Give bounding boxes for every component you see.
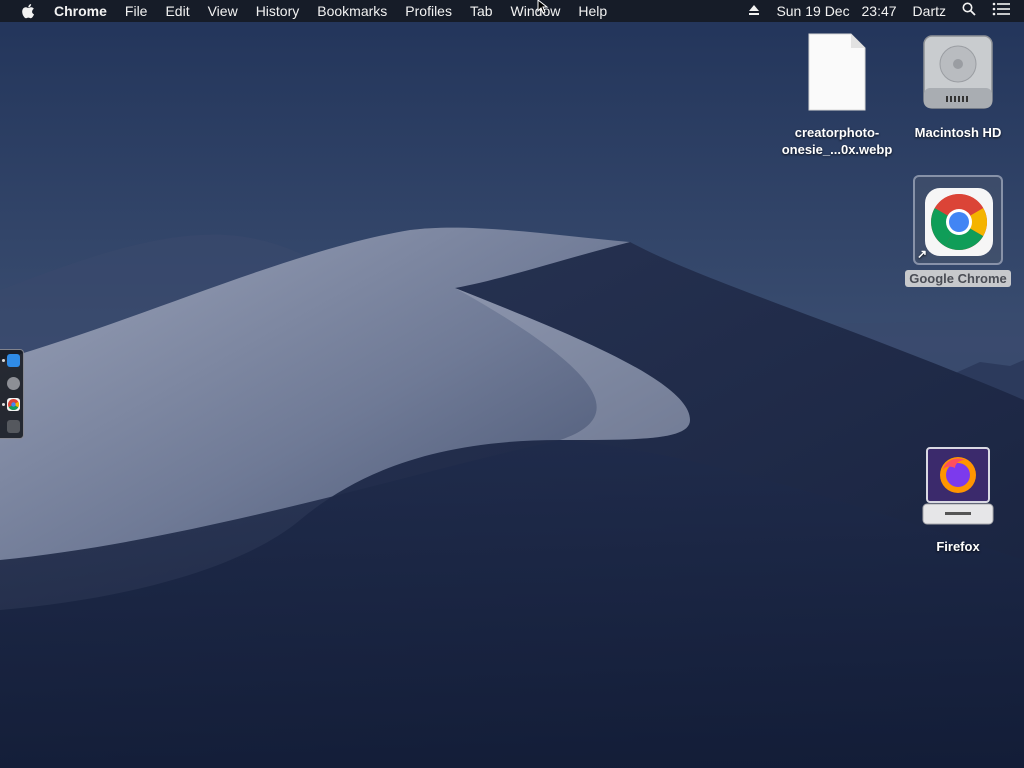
- running-indicator: [2, 403, 5, 406]
- desktop[interactable]: Chrome File Edit View History Bookmarks …: [0, 0, 1024, 768]
- document-icon: [807, 32, 867, 112]
- menu-bookmarks[interactable]: Bookmarks: [308, 0, 396, 22]
- menu-bar-status-area: Sun 19 Dec 23:47 Dartz: [740, 0, 1024, 22]
- notification-center-icon[interactable]: [984, 0, 1024, 22]
- file-label-line2: onesie_...0x.webp: [781, 142, 893, 157]
- mouse-pointer-icon: [537, 0, 549, 14]
- firefox-disk-icon: [921, 446, 995, 528]
- hard-drive-icon: [920, 32, 996, 112]
- eject-icon[interactable]: [740, 0, 768, 22]
- menu-window[interactable]: Window: [502, 0, 570, 22]
- menu-view[interactable]: View: [199, 0, 247, 22]
- menu-profiles[interactable]: Profiles: [396, 0, 461, 22]
- trash-icon[interactable]: [7, 420, 20, 433]
- finder-icon[interactable]: [7, 354, 20, 367]
- spotlight-search-icon[interactable]: [954, 0, 984, 22]
- desktop-firefox-volume[interactable]: Firefox: [908, 446, 1008, 555]
- menu-file[interactable]: File: [116, 0, 157, 22]
- running-indicator: [2, 359, 5, 362]
- clock-date: Sun 19 Dec: [776, 3, 850, 19]
- dock: [0, 349, 24, 439]
- system-preferences-icon[interactable]: [7, 377, 20, 390]
- apple-logo-icon[interactable]: [20, 0, 36, 22]
- file-label-line1: creatorphoto-: [794, 125, 880, 140]
- google-chrome-label: Google Chrome: [905, 270, 1011, 287]
- alias-arrow-icon: ↗: [917, 247, 928, 261]
- chrome-icon[interactable]: [7, 398, 20, 411]
- desktop-macintosh-hd[interactable]: Macintosh HD: [906, 32, 1010, 141]
- macintosh-hd-label: Macintosh HD: [914, 125, 1002, 140]
- user-menu[interactable]: Dartz: [905, 0, 954, 22]
- menu-history[interactable]: History: [247, 0, 309, 22]
- firefox-label: Firefox: [936, 539, 980, 554]
- menu-app-name[interactable]: Chrome: [54, 0, 116, 22]
- desktop-google-chrome-alias[interactable]: ↗ Google Chrome: [904, 175, 1012, 287]
- menu-tab[interactable]: Tab: [461, 0, 502, 22]
- menu-bar: Chrome File Edit View History Bookmarks …: [0, 0, 1024, 22]
- selection-highlight: ↗: [913, 175, 1003, 265]
- menu-edit[interactable]: Edit: [156, 0, 198, 22]
- menu-help[interactable]: Help: [569, 0, 616, 22]
- menu-bar-clock[interactable]: Sun 19 Dec 23:47: [768, 0, 904, 22]
- clock-time: 23:47: [861, 3, 897, 19]
- chrome-icon: [925, 188, 993, 256]
- desktop-file-webp[interactable]: creatorphoto- onesie_...0x.webp: [776, 32, 898, 158]
